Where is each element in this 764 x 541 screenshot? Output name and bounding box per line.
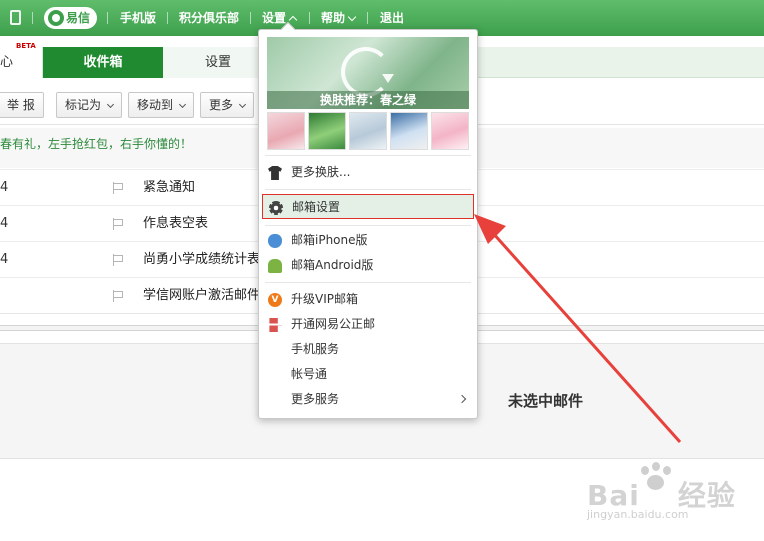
android-icon xyxy=(268,259,282,273)
skin-thumbnail[interactable] xyxy=(349,112,387,150)
divider xyxy=(265,155,471,156)
settings-label: 设置 xyxy=(262,11,287,25)
shirt-icon xyxy=(268,166,282,180)
mobile-service-item[interactable]: 手机服务 xyxy=(259,337,477,362)
watermark-url: jingyan.baidu.com xyxy=(587,508,689,521)
account-pass-label: 帐号通 xyxy=(291,367,328,381)
iphone-version-item[interactable]: 邮箱iPhone版 xyxy=(259,228,477,253)
mail-date: 4 xyxy=(0,252,9,267)
chevron-down-icon xyxy=(238,100,247,109)
flag-icon[interactable] xyxy=(113,182,124,194)
vip-icon: V xyxy=(268,293,282,307)
refresh-icon xyxy=(341,47,391,97)
upgrade-vip-label: 升级VIP邮箱 xyxy=(291,292,358,306)
skin-thumbnail[interactable] xyxy=(431,112,469,150)
refresh-arrow-icon xyxy=(382,74,394,83)
mail-subject: 学信网账户激活邮件 xyxy=(143,288,261,303)
mail-subject: 紧急通知 xyxy=(143,180,196,195)
tab-app-center-label: 心 xyxy=(0,55,14,70)
phone-icon[interactable] xyxy=(10,10,21,25)
more-services-label: 更多服务 xyxy=(291,392,340,406)
gear-icon xyxy=(269,201,283,215)
iphone-version-label: 邮箱iPhone版 xyxy=(291,233,368,247)
yixin-logo-icon xyxy=(48,10,64,26)
mailbox-settings-item[interactable]: 邮箱设置 xyxy=(262,194,474,219)
separator xyxy=(309,12,310,24)
skin-recommendation-banner[interactable]: 换肤推荐：春之绿 xyxy=(267,37,469,109)
yixin-button[interactable]: 易信 xyxy=(44,7,97,29)
more-button[interactable]: 更多 xyxy=(200,92,255,118)
move-to-label: 移动到 xyxy=(137,98,174,112)
tab-settings[interactable]: 设置 xyxy=(163,47,273,78)
yixin-label: 易信 xyxy=(66,11,91,25)
more-skins-item[interactable]: 更多换肤... xyxy=(259,160,477,185)
separator xyxy=(107,12,108,24)
mobile-service-label: 手机服务 xyxy=(291,342,340,356)
more-skins-label: 更多换肤... xyxy=(291,165,351,179)
tab-inbox[interactable]: 收件箱 xyxy=(43,47,163,78)
chevron-down-icon xyxy=(178,100,187,109)
skin-thumbnail[interactable] xyxy=(267,112,305,150)
gavel-icon xyxy=(269,318,282,332)
upgrade-vip-item[interactable]: V 升级VIP邮箱 xyxy=(259,287,477,312)
mark-as-label: 标记为 xyxy=(65,98,102,112)
settings-dropdown: 换肤推荐：春之绿 更多换肤... 邮箱设置 邮箱iPhone版 邮箱Androi… xyxy=(258,21,478,419)
android-version-item[interactable]: 邮箱Android版 xyxy=(259,253,477,278)
move-to-button[interactable]: 移动到 xyxy=(128,92,195,118)
separator xyxy=(367,12,368,24)
mail-date: 4 xyxy=(0,180,9,195)
mail-date: 4 xyxy=(0,216,9,231)
report-button[interactable]: 举 报 xyxy=(0,92,44,118)
notary-mail-item[interactable]: 开通网易公正邮 xyxy=(259,312,477,337)
skin-thumbnail[interactable] xyxy=(390,112,428,150)
mail-subject: 作息表空表 xyxy=(143,216,209,231)
skin-thumbnail[interactable] xyxy=(308,112,346,150)
points-club-link[interactable]: 积分俱乐部 xyxy=(179,0,239,36)
flag-icon[interactable] xyxy=(113,218,124,230)
tab-app-center[interactable]: 心 BETA xyxy=(0,42,43,78)
chevron-down-icon xyxy=(106,100,115,109)
mobile-version-link[interactable]: 手机版 xyxy=(120,0,156,36)
chevron-down-icon xyxy=(347,12,357,22)
more-label: 更多 xyxy=(209,98,234,112)
separator xyxy=(32,12,33,24)
help-label: 帮助 xyxy=(321,11,346,25)
divider xyxy=(265,282,471,283)
android-version-label: 邮箱Android版 xyxy=(291,258,374,272)
mark-as-button[interactable]: 标记为 xyxy=(56,92,123,118)
divider xyxy=(265,189,471,190)
divider xyxy=(265,225,471,226)
mail-subject: 尚勇小学成绩统计表 xyxy=(143,252,261,267)
more-services-item[interactable]: 更多服务 xyxy=(259,387,477,412)
skin-caption: 换肤推荐：春之绿 xyxy=(267,91,469,109)
account-pass-item[interactable]: 帐号通 xyxy=(259,362,477,387)
flag-icon[interactable] xyxy=(113,254,124,266)
chevron-right-icon xyxy=(457,394,467,404)
flag-icon[interactable] xyxy=(113,290,124,302)
apple-icon xyxy=(268,234,282,248)
separator xyxy=(250,12,251,24)
separator xyxy=(167,12,168,24)
baidu-watermark: Bai 经验 jingyan.baidu.com xyxy=(587,462,737,528)
beta-badge: BETA xyxy=(16,42,36,50)
no-mail-selected-text: 未选中邮件 xyxy=(508,392,584,410)
notary-mail-label: 开通网易公正邮 xyxy=(291,317,376,331)
mailbox-settings-label: 邮箱设置 xyxy=(292,200,341,214)
skin-thumbnails xyxy=(267,112,469,150)
